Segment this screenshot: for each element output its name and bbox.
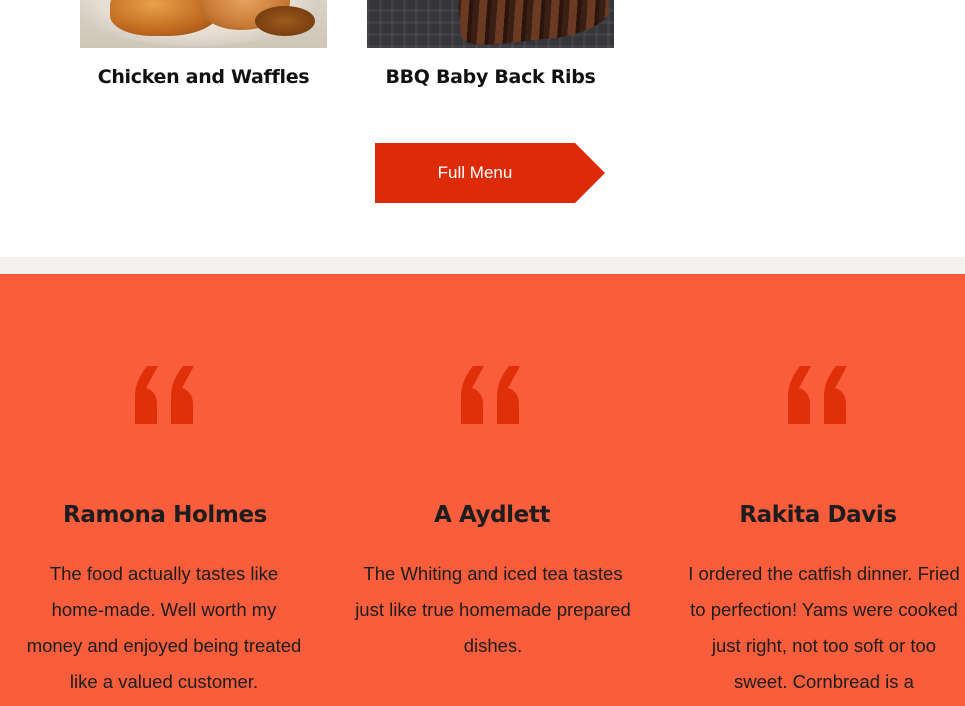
- quote-mark-icon: [135, 366, 194, 424]
- review-text: The Whiting and iced tea tastes just lik…: [355, 563, 631, 656]
- reviewer-name: Rakita Davis: [739, 502, 897, 528]
- reviewer-name: Ramona Holmes: [63, 502, 267, 528]
- reviewer-name: A Aydlett: [433, 502, 551, 528]
- reviews-section: Ramona Holmes The food actually tastes l…: [0, 274, 965, 706]
- menu-section: Chicken and Waffles BBQ Baby Back Ribs F…: [0, 0, 965, 257]
- dish-title: BBQ Baby Back Ribs: [385, 66, 596, 88]
- quote-mark-icon: [788, 366, 847, 424]
- dish-title: Chicken and Waffles: [97, 66, 310, 88]
- dish-card-bbq-baby-back-ribs[interactable]: BBQ Baby Back Ribs: [367, 0, 614, 88]
- dish-image-chicken-and-waffles[interactable]: [80, 0, 327, 48]
- review-text: I ordered the catfish dinner. Fried to p…: [688, 563, 960, 692]
- dish-card-chicken-and-waffles[interactable]: Chicken and Waffles: [80, 0, 327, 88]
- quote-mark-icon: [461, 366, 520, 424]
- dish-image-bbq-baby-back-ribs[interactable]: [367, 0, 614, 48]
- review-text: The food actually tastes like home-made.…: [26, 563, 302, 692]
- section-divider: [0, 257, 965, 274]
- full-menu-button[interactable]: Full Menu: [375, 143, 605, 203]
